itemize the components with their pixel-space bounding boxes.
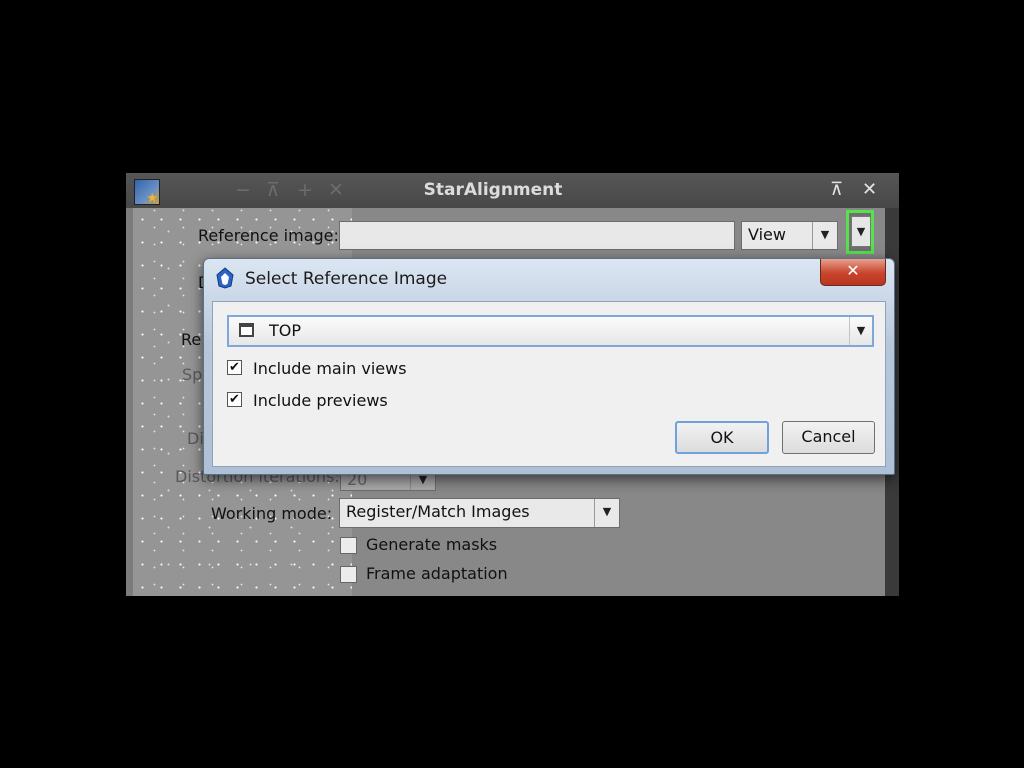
close-icon: ✕ [846, 261, 860, 280]
include-main-views-checkbox[interactable]: ✔ [227, 360, 242, 375]
window-close-icon[interactable]: ✕ [862, 178, 877, 202]
image-window-icon [239, 323, 254, 337]
cancel-button[interactable]: Cancel [782, 421, 875, 454]
ok-button[interactable]: OK [675, 421, 769, 454]
shade-icon[interactable]: ⊼ [266, 178, 280, 202]
partial-label-sp: Sp [182, 365, 203, 384]
dialog-title: Select Reference Image [245, 269, 448, 289]
reference-mode-select[interactable]: View ▼ [741, 221, 838, 250]
staralignment-app-icon: ★ [134, 179, 160, 205]
select-reference-image-dialog: Select Reference Image ✕ TOP ▼ ✔ Include… [203, 258, 895, 475]
minimize-icon[interactable]: − [235, 178, 251, 202]
pixinsight-logo-icon [216, 267, 234, 289]
working-mode-value: Register/Match Images [346, 502, 530, 521]
working-mode-select[interactable]: Register/Match Images ▼ [339, 498, 620, 528]
reference-image-field[interactable] [339, 221, 735, 250]
frame-adaptation-checkbox[interactable] [340, 566, 357, 583]
include-previews-label: Include previews [253, 391, 388, 410]
reference-image-select[interactable]: TOP ▼ [227, 315, 874, 347]
selected-image-value: TOP [269, 321, 302, 340]
working-mode-label: Working mode: [211, 504, 333, 523]
collapse-icon[interactable]: ⊼ [830, 178, 843, 202]
chevron-down-icon: ▼ [851, 216, 871, 247]
reference-mode-value: View [748, 225, 786, 244]
include-main-views-label: Include main views [253, 359, 407, 378]
reference-image-dropdown-button[interactable]: ▼ [846, 210, 874, 254]
window-title: StarAlignment [423, 180, 563, 200]
frame-adaptation-label: Frame adaptation [366, 564, 508, 583]
include-previews-checkbox[interactable]: ✔ [227, 392, 242, 407]
partial-label-di: Di [187, 429, 204, 448]
chevron-down-icon: ▼ [849, 317, 872, 345]
dialog-body: TOP ▼ ✔ Include main views ✔ Include pre… [212, 301, 886, 467]
expand-icon[interactable]: + [297, 178, 313, 202]
window-titlebar[interactable]: ★ − ⊼ + ✕ StarAlignment ⊼ ✕ [126, 173, 899, 208]
partial-label-re: Re [181, 330, 202, 349]
dialog-close-button[interactable]: ✕ [820, 259, 886, 286]
reference-image-label: Reference image: [198, 226, 339, 245]
chevron-down-icon: ▼ [594, 499, 619, 527]
generate-masks-checkbox[interactable] [340, 537, 357, 554]
generate-masks-label: Generate masks [366, 535, 498, 554]
chevron-down-icon: ▼ [812, 222, 837, 249]
